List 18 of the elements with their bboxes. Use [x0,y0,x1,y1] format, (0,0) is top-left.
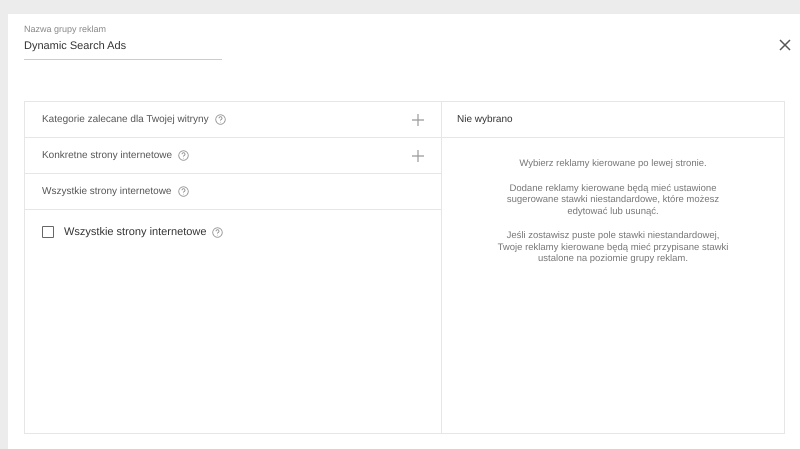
info-text: Dodane reklamy kierowane będą mieć ustawione sugerowane stawki niestandardowe, które możesz edytować lub usunąć. [506,182,720,217]
info-text: Jeśli zostawisz puste pole stawki niestandardowej, Twoje reklamy kierowane będą mieć przypisane stawki ustalone na poziomie grupy reklam. [497,230,729,264]
category-label: Konkretne strony internetowe [42,150,172,161]
help-icon[interactable] [212,226,224,238]
ad-group-name-field[interactable]: Nazwa grupy reklam Dynamic Search Ads [24,24,222,60]
close-button[interactable] [778,38,792,52]
help-icon[interactable] [178,150,190,161]
category-label: Wszystkie strony internetowe [42,186,172,197]
info-text: Wybierz reklamy kierowane po lewej stronie. [518,158,708,170]
field-label: Nazwa grupy reklam [24,24,108,34]
option-label: Wszystkie strony internetowe [64,226,206,238]
add-button[interactable] [412,114,424,126]
help-icon[interactable] [214,114,226,125]
add-button[interactable] [412,150,424,162]
category-label: Kategorie zalecane dla Twojej witryny [42,114,209,125]
checkbox[interactable] [42,226,54,238]
help-icon[interactable] [178,186,188,197]
selection-title: Nie wybrano [442,102,784,138]
